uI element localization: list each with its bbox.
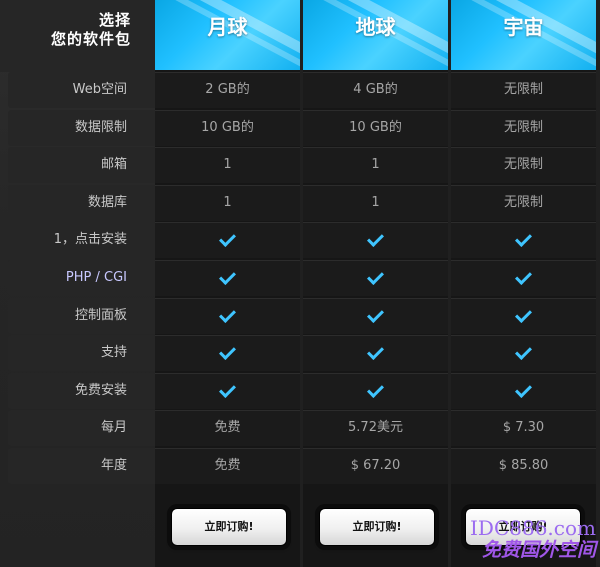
feature-label: PHP / CGI bbox=[8, 260, 155, 296]
checkmark-icon bbox=[515, 381, 532, 398]
feature-value: 4 GB的 bbox=[303, 72, 448, 108]
checkmark-icon bbox=[515, 343, 532, 360]
checkmark-icon bbox=[219, 268, 236, 285]
feature-value: $ 7.30 bbox=[451, 410, 596, 446]
feature-value: 10 GB的 bbox=[303, 110, 448, 146]
feature-label: 控制面板 bbox=[8, 298, 155, 334]
checkmark-icon bbox=[219, 230, 236, 247]
order-button-earth[interactable]: 立即订购! bbox=[319, 508, 435, 546]
feature-check-cell bbox=[303, 260, 448, 296]
checkmark-icon bbox=[367, 268, 384, 285]
feature-label: 每月 bbox=[8, 410, 155, 446]
feature-value: 免费 bbox=[155, 448, 300, 484]
feature-check-cell bbox=[303, 335, 448, 371]
order-button-moon[interactable]: 立即订购! bbox=[171, 508, 287, 546]
feature-check-cell bbox=[303, 222, 448, 258]
feature-check-cell bbox=[155, 222, 300, 258]
feature-label: 年度 bbox=[8, 448, 155, 484]
plan-header-universe: 宇宙 bbox=[451, 0, 596, 70]
feature-value: 无限制 bbox=[451, 110, 596, 146]
checkmark-icon bbox=[219, 343, 236, 360]
watermark-slogan: 免费国外空间 bbox=[481, 539, 596, 561]
checkmark-icon bbox=[367, 381, 384, 398]
feature-check-cell bbox=[303, 298, 448, 334]
plan-header-moon: 月球 bbox=[155, 0, 300, 70]
feature-check-cell bbox=[155, 260, 300, 296]
feature-check-cell bbox=[451, 335, 596, 371]
checkmark-icon bbox=[367, 343, 384, 360]
feature-value: 无限制 bbox=[451, 185, 596, 221]
feature-label: Web空间 bbox=[8, 72, 155, 108]
feature-value: 1 bbox=[303, 147, 448, 183]
table-title: 选择 您的软件包 bbox=[0, 0, 155, 72]
checkmark-icon bbox=[367, 306, 384, 323]
checkmark-icon bbox=[515, 230, 532, 247]
feature-label: 免费安装 bbox=[8, 373, 155, 409]
feature-check-cell bbox=[451, 260, 596, 296]
feature-value: 1 bbox=[155, 147, 300, 183]
feature-value: 5.72美元 bbox=[303, 410, 448, 446]
title-line-1: 选择 bbox=[98, 11, 131, 29]
feature-check-cell bbox=[451, 222, 596, 258]
checkmark-icon bbox=[219, 381, 236, 398]
feature-check-cell bbox=[155, 298, 300, 334]
plan-name: 地球 bbox=[355, 15, 396, 39]
feature-label: 支持 bbox=[8, 335, 155, 371]
feature-label: 邮箱 bbox=[8, 147, 155, 183]
feature-value: 1 bbox=[155, 185, 300, 221]
checkmark-icon bbox=[367, 230, 384, 247]
plan-name: 宇宙 bbox=[503, 15, 544, 39]
feature-check-cell bbox=[451, 373, 596, 409]
feature-label: 数据库 bbox=[8, 185, 155, 221]
checkmark-icon bbox=[515, 268, 532, 285]
feature-value: $ 85.80 bbox=[451, 448, 596, 484]
checkmark-icon bbox=[219, 306, 236, 323]
title-line-2: 您的软件包 bbox=[50, 30, 131, 48]
feature-check-cell bbox=[303, 373, 448, 409]
watermark-domain: IDC886.com bbox=[470, 516, 596, 540]
checkmark-icon bbox=[515, 306, 532, 323]
plan-header-earth: 地球 bbox=[303, 0, 448, 70]
feature-value: 免费 bbox=[155, 410, 300, 446]
feature-value: 2 GB的 bbox=[155, 72, 300, 108]
feature-value: 无限制 bbox=[451, 147, 596, 183]
feature-value: 1 bbox=[303, 185, 448, 221]
watermark: IDC886.com 免费国外空间 bbox=[470, 517, 596, 561]
feature-check-cell bbox=[451, 298, 596, 334]
feature-label: 数据限制 bbox=[8, 110, 155, 146]
feature-value: 无限制 bbox=[451, 72, 596, 108]
feature-value: 10 GB的 bbox=[155, 110, 300, 146]
feature-check-cell bbox=[155, 373, 300, 409]
feature-label: 1，点击安装 bbox=[8, 222, 155, 258]
feature-value: $ 67.20 bbox=[303, 448, 448, 484]
plan-name: 月球 bbox=[207, 15, 248, 39]
feature-check-cell bbox=[155, 335, 300, 371]
